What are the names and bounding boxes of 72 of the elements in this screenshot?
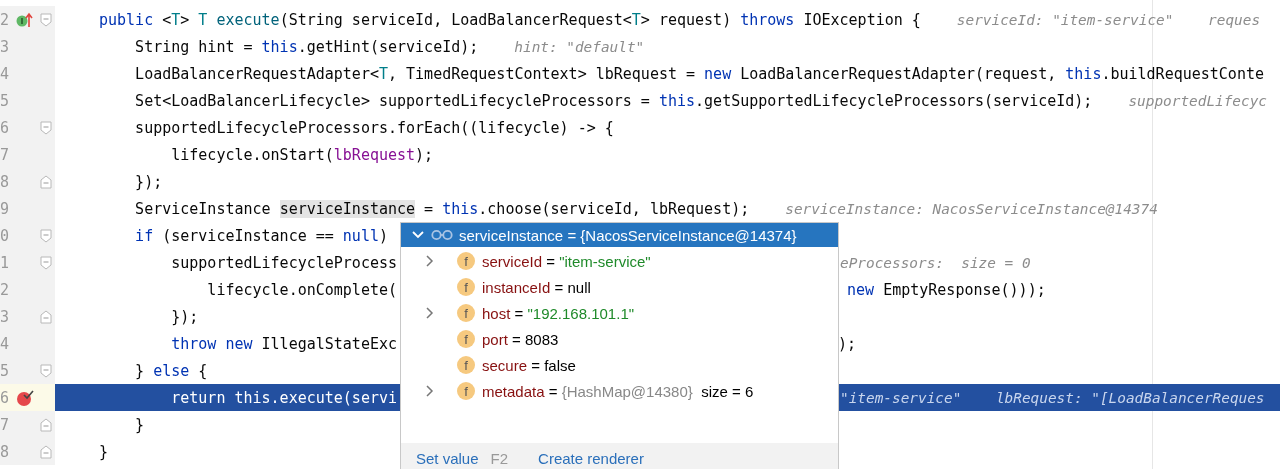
code-line: return this.execute(servi (170, 388, 397, 407)
line-number: 6 (0, 118, 10, 137)
field-icon: f (457, 382, 475, 400)
line-number: 2 (0, 10, 10, 29)
code-line: lifecycle.onComplete( (206, 280, 397, 299)
line-number: 5 (0, 361, 10, 380)
code-line: new EmptyResponse())); (846, 280, 1046, 299)
code-line: } (134, 415, 145, 434)
shortcut-label: F2 (490, 449, 509, 467)
line-number: 3 (0, 307, 10, 326)
line-number: 7 (0, 415, 10, 434)
code-line: throw new IllegalStateExc (170, 334, 398, 353)
line-number: 2 (0, 280, 10, 299)
code-line: }); (134, 172, 163, 191)
inline-hint: eProcessors: size = 0 (840, 254, 1031, 271)
field-icon: f (457, 356, 475, 374)
field-value[interactable]: port = 8083 (482, 330, 559, 348)
code-line: } (99, 442, 109, 461)
code-line: ServiceInstance serviceInstance = this.choose(serviceId, lbRequest); (134, 199, 750, 218)
code-line: Set<LoadBalancerLifecycle> supportedLifecycleProcessors = this.getSupportedLifecycleProcessors(serviceId); (134, 91, 1093, 110)
code-line: supportedLifecycleProcessors.forEach((lifecycle) -> { (134, 118, 614, 137)
line-number: 5 (0, 91, 10, 110)
line-number: 8 (0, 442, 10, 461)
fold-icon[interactable] (40, 444, 52, 459)
fold-icon[interactable] (40, 255, 52, 270)
field-icon: f (457, 330, 475, 348)
line-number: 3 (0, 37, 10, 56)
implements-icon[interactable] (16, 11, 34, 28)
field-value[interactable]: host = "192.168.101.1" (482, 304, 635, 322)
code-line: LoadBalancerRequestAdapter<T, TimedRequestContext> lbRequest = new LoadBalancerRequestAdapter(request, this.buildRequestConte (134, 64, 1264, 83)
field-value[interactable]: instanceId = null (482, 278, 591, 296)
inline-hint: "item-service" lbRequest: "[LoadBalancerReques (840, 389, 1265, 406)
field-icon: f (457, 252, 475, 270)
inline-hint: hint: "default" (514, 38, 645, 55)
code-line: public <T> T execute(String serviceId, LoadBalancerRequest<T> request) throws IOException { (99, 10, 921, 29)
set-value-link[interactable]: Set value (416, 449, 479, 467)
line-number: 4 (0, 64, 10, 83)
line-number: 1 (0, 253, 10, 272)
field-icon: f (457, 304, 475, 322)
popup-header[interactable]: serviceInstance = {NacosServiceInstance@14374} (401, 223, 838, 247)
line-number: 0 (0, 226, 10, 245)
inline-hint: serviceId: "item-service" reques (956, 11, 1261, 28)
chevron-down-icon[interactable] (411, 230, 425, 240)
line-number: 6 (0, 388, 10, 407)
field-value[interactable]: serviceId = "item-service" (482, 252, 651, 270)
line-number: 8 (0, 172, 10, 191)
line-number: 9 (0, 199, 10, 218)
inline-hint: serviceInstance: NacosServiceInstance@14374 (785, 200, 1158, 217)
fold-icon[interactable] (40, 12, 52, 27)
fold-icon[interactable] (40, 228, 52, 243)
code-line: } else { (134, 361, 208, 380)
code-line: supportedLifecycleProcess (170, 253, 397, 272)
field-value[interactable]: metadata = {HashMap@14380} size = 6 (482, 382, 754, 400)
glasses-icon (431, 229, 453, 241)
field-icon: f (457, 278, 475, 296)
field-value[interactable]: secure = false (482, 356, 576, 374)
line-number: 7 (0, 145, 10, 164)
fold-icon[interactable] (40, 363, 52, 378)
line-number: 4 (0, 334, 10, 353)
code-line: ); (838, 334, 857, 353)
fold-icon[interactable] (40, 417, 52, 432)
breakpoint-icon[interactable] (16, 388, 34, 407)
create-renderer-link[interactable]: Create renderer (538, 449, 644, 467)
code-line: String hint = this.getHint(serviceId); (134, 37, 479, 56)
variable-title: serviceInstance = {NacosServiceInstance@14374} (459, 226, 797, 244)
code-line: lifecycle.onStart(lbRequest); (170, 145, 434, 164)
inline-hint: supportedLifecyc (1128, 92, 1268, 109)
fold-icon[interactable] (40, 174, 52, 189)
fold-icon[interactable] (40, 309, 52, 324)
fold-icon[interactable] (40, 120, 52, 135)
code-line: if (serviceInstance == null) (134, 226, 388, 245)
code-line: }); (170, 307, 199, 326)
